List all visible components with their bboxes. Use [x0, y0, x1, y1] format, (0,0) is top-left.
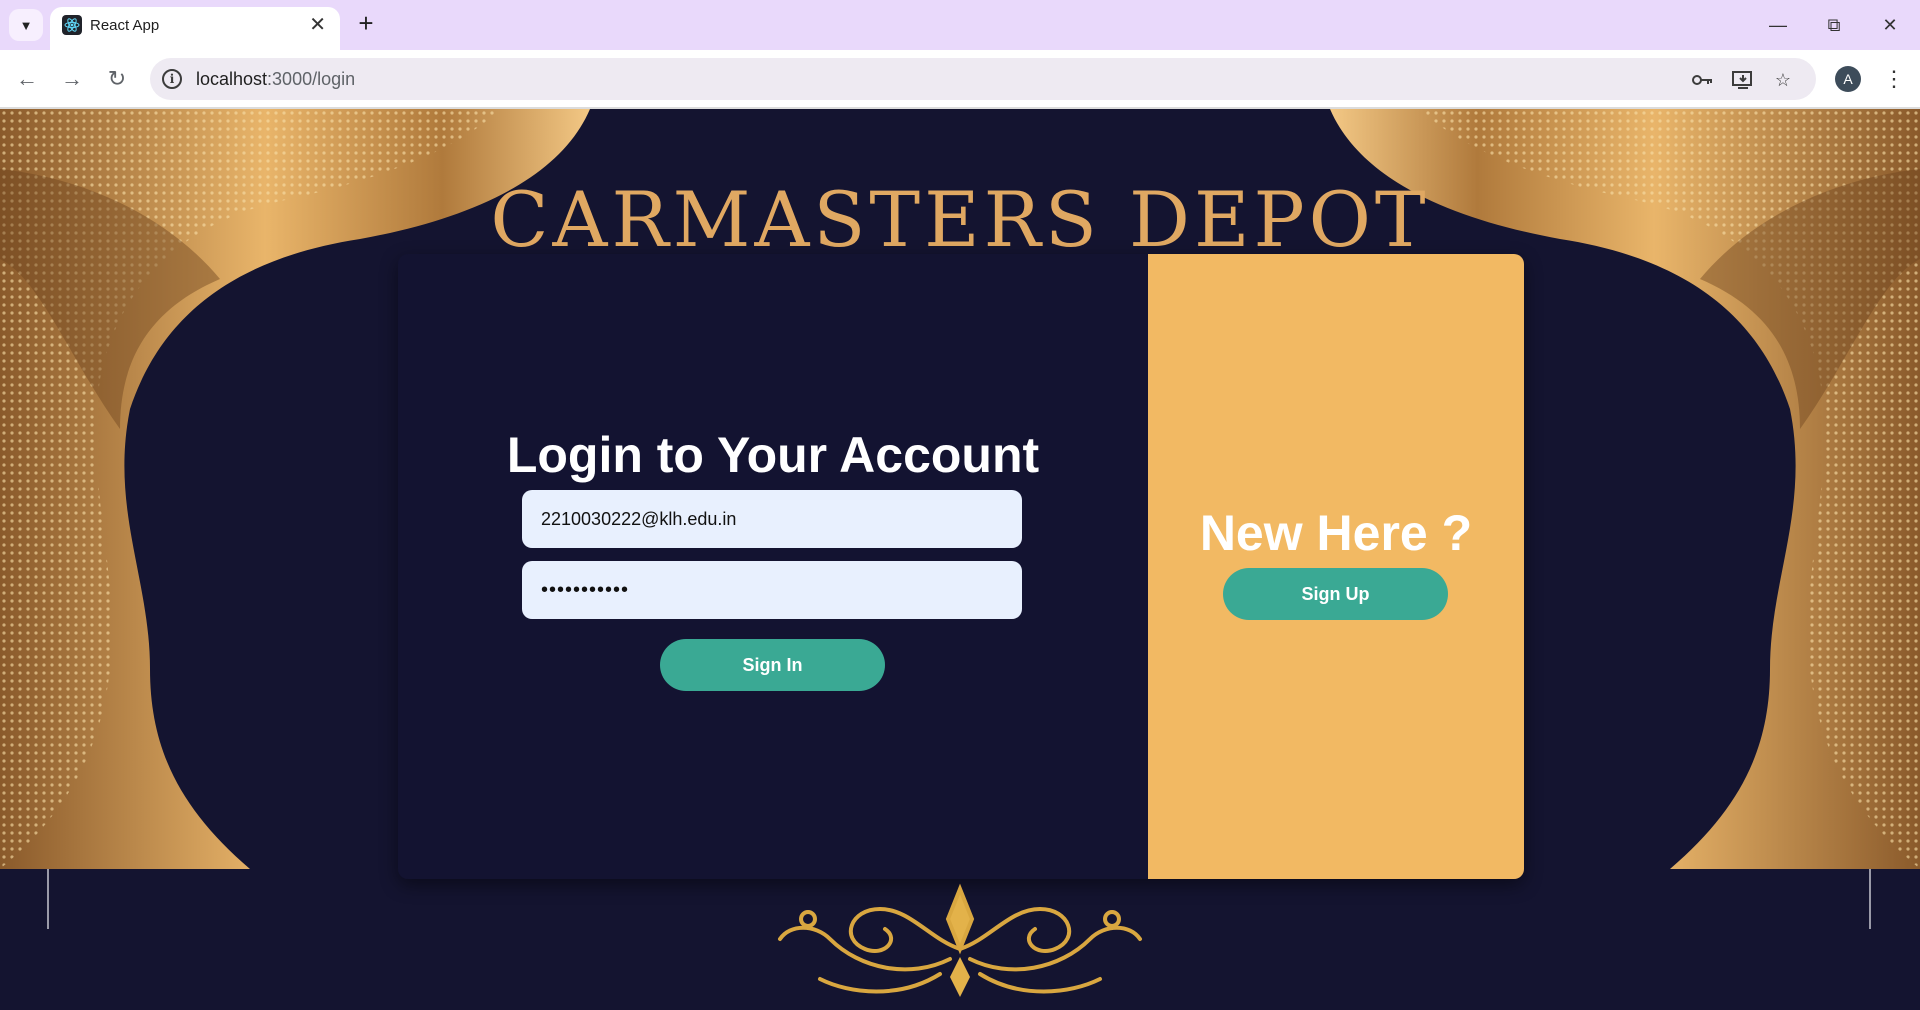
reload-icon[interactable]: ↻: [100, 62, 134, 96]
install-app-icon[interactable]: [1730, 67, 1756, 93]
sign-up-button[interactable]: Sign Up: [1223, 568, 1448, 620]
window-close-icon[interactable]: ✕: [1862, 8, 1918, 42]
tab-search-icon[interactable]: ▼: [9, 9, 43, 41]
plus-icon[interactable]: +: [352, 10, 380, 38]
menu-kebab-icon[interactable]: ⋮: [1882, 62, 1906, 96]
browser-tab-bar: ▼ React App ✕ + — ⧉ ✕: [0, 0, 1920, 50]
sign-in-button[interactable]: Sign In: [660, 639, 885, 691]
password-field[interactable]: [522, 561, 1022, 619]
url-path: :3000/login: [267, 69, 356, 89]
new-here-heading: New Here ?: [1199, 505, 1473, 561]
login-title: Login to Your Account: [506, 427, 1040, 483]
avatar[interactable]: A: [1835, 66, 1861, 92]
back-icon[interactable]: ←: [10, 62, 44, 96]
url-text[interactable]: localhost:3000/login: [196, 69, 355, 90]
browser-toolbar: ← → ↻ i localhost:3000/login ☆ A ⋮: [0, 50, 1920, 108]
url-host: localhost: [196, 69, 268, 89]
react-icon: [62, 15, 82, 35]
close-icon[interactable]: ✕: [309, 13, 326, 37]
gold-ornament-icon: [778, 883, 1142, 997]
bookmark-star-icon[interactable]: ☆: [1770, 67, 1796, 93]
minimize-icon[interactable]: —: [1750, 8, 1806, 42]
login-page: CARMASTERS DEPOT Login to Your Account S…: [0, 109, 1920, 1010]
restore-icon[interactable]: ⧉: [1806, 8, 1862, 42]
tab-title: React App: [90, 17, 160, 34]
login-panel: Login to Your Account Sign In: [398, 254, 1148, 879]
address-bar[interactable]: i localhost:3000/login ☆: [150, 58, 1816, 100]
browser-tab[interactable]: React App ✕: [50, 7, 340, 50]
auth-card: Login to Your Account Sign In New Here ?…: [398, 254, 1524, 879]
password-key-icon[interactable]: [1690, 67, 1716, 93]
email-field[interactable]: [522, 490, 1022, 548]
brand-title: CARMASTERS DEPOT: [490, 175, 1430, 264]
signup-panel: New Here ? Sign Up: [1148, 254, 1524, 879]
site-info-icon[interactable]: i: [162, 69, 182, 89]
forward-icon[interactable]: →: [55, 62, 89, 96]
